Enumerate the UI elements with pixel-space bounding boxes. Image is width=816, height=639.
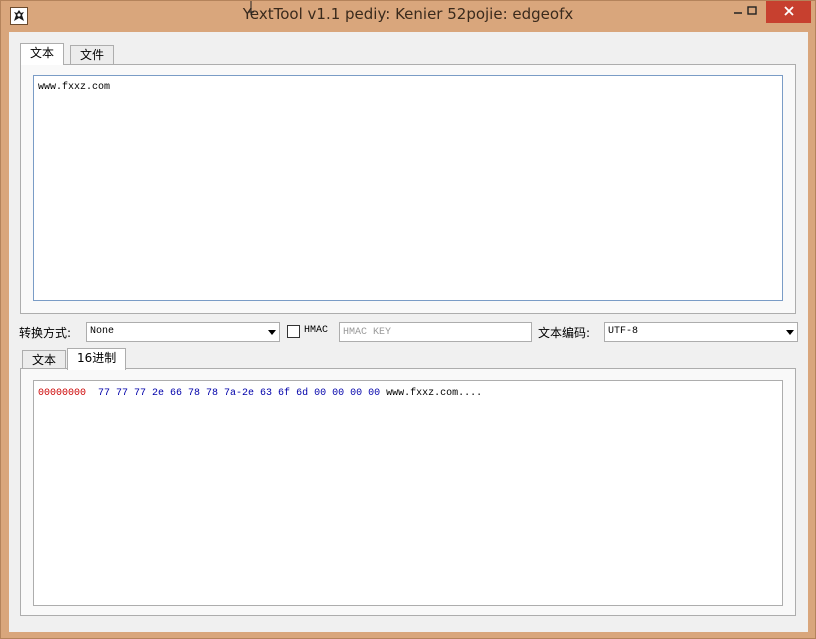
hmac-checkbox[interactable] bbox=[287, 325, 300, 338]
tab-output-text[interactable]: 文本 bbox=[22, 350, 67, 370]
text-encoding-value: UTF-8 bbox=[608, 326, 639, 337]
hex-ascii: www.fxxz.com.... bbox=[386, 388, 483, 399]
hex-bytes: 77 77 77 2e 66 78 78 7a-2e 63 6f 6d 00 0… bbox=[98, 388, 381, 399]
client-area: 文本 文件 www.fxxz.com 转换方式: None HMAC 文本编码:… bbox=[9, 32, 808, 632]
convert-method-value: None bbox=[90, 326, 115, 337]
hmac-key-input[interactable] bbox=[339, 322, 532, 342]
tab-input-file[interactable]: 文件 bbox=[70, 45, 115, 65]
hex-offset: 00000000 bbox=[38, 388, 87, 399]
text-encoding-label: 文本编码: bbox=[538, 326, 591, 340]
chevron-down-icon bbox=[786, 330, 794, 335]
close-button[interactable] bbox=[766, 1, 811, 23]
input-text-area[interactable]: www.fxxz.com bbox=[33, 75, 783, 301]
window-title: YextTool v1.1 pediy: Kenier 52pojie: edg… bbox=[242, 5, 574, 23]
maximize-button[interactable] bbox=[739, 1, 765, 23]
text-encoding-select[interactable]: UTF-8 bbox=[604, 322, 798, 342]
hex-row: 00000000 77 77 77 2e 66 78 78 7a-2e 63 6… bbox=[38, 387, 778, 401]
maximize-icon bbox=[747, 5, 757, 19]
convert-method-label: 转换方式: bbox=[19, 326, 72, 340]
tab-output-hex[interactable]: 16进制 bbox=[67, 348, 127, 370]
hmac-label: HMAC bbox=[304, 325, 329, 336]
tab-input-text[interactable]: 文本 bbox=[20, 43, 65, 65]
title-bar[interactable]: YextTool v1.1 pediy: Kenier 52pojie: edg… bbox=[1, 1, 815, 31]
convert-method-select[interactable]: None bbox=[86, 322, 280, 342]
hex-view[interactable]: 00000000 77 77 77 2e 66 78 78 7a-2e 63 6… bbox=[33, 380, 783, 606]
close-icon bbox=[783, 5, 795, 20]
mouse-cursor-icon bbox=[248, 1, 254, 15]
chevron-down-icon bbox=[268, 330, 276, 335]
app-window: YextTool v1.1 pediy: Kenier 52pojie: edg… bbox=[0, 0, 816, 639]
